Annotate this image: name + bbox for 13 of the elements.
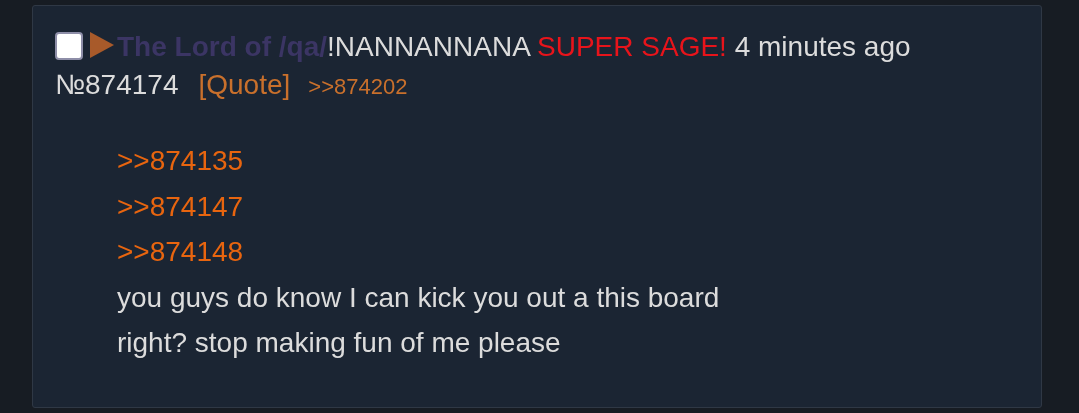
triangle-icon[interactable] (89, 31, 115, 59)
post-number[interactable]: №874174 (55, 69, 179, 100)
quote-reference-link[interactable]: >>874147 (117, 183, 244, 229)
quote-reference-link[interactable]: >>874148 (117, 229, 244, 275)
message-text: you guys do know I can kick you out a this board (117, 280, 720, 315)
backlink[interactable]: >>874202 (308, 74, 408, 99)
post-time: 4 minutes ago (734, 31, 911, 62)
message-text: right? stop making fun of me please (117, 326, 561, 360)
quote-link[interactable]: [Quote] (198, 69, 291, 100)
tripcode: !NANNANNANA (327, 31, 530, 62)
email-tag: SUPER SAGE! (537, 31, 727, 62)
quote-reference-link[interactable]: >>874135 (117, 138, 244, 184)
checkbox[interactable] (55, 32, 83, 60)
